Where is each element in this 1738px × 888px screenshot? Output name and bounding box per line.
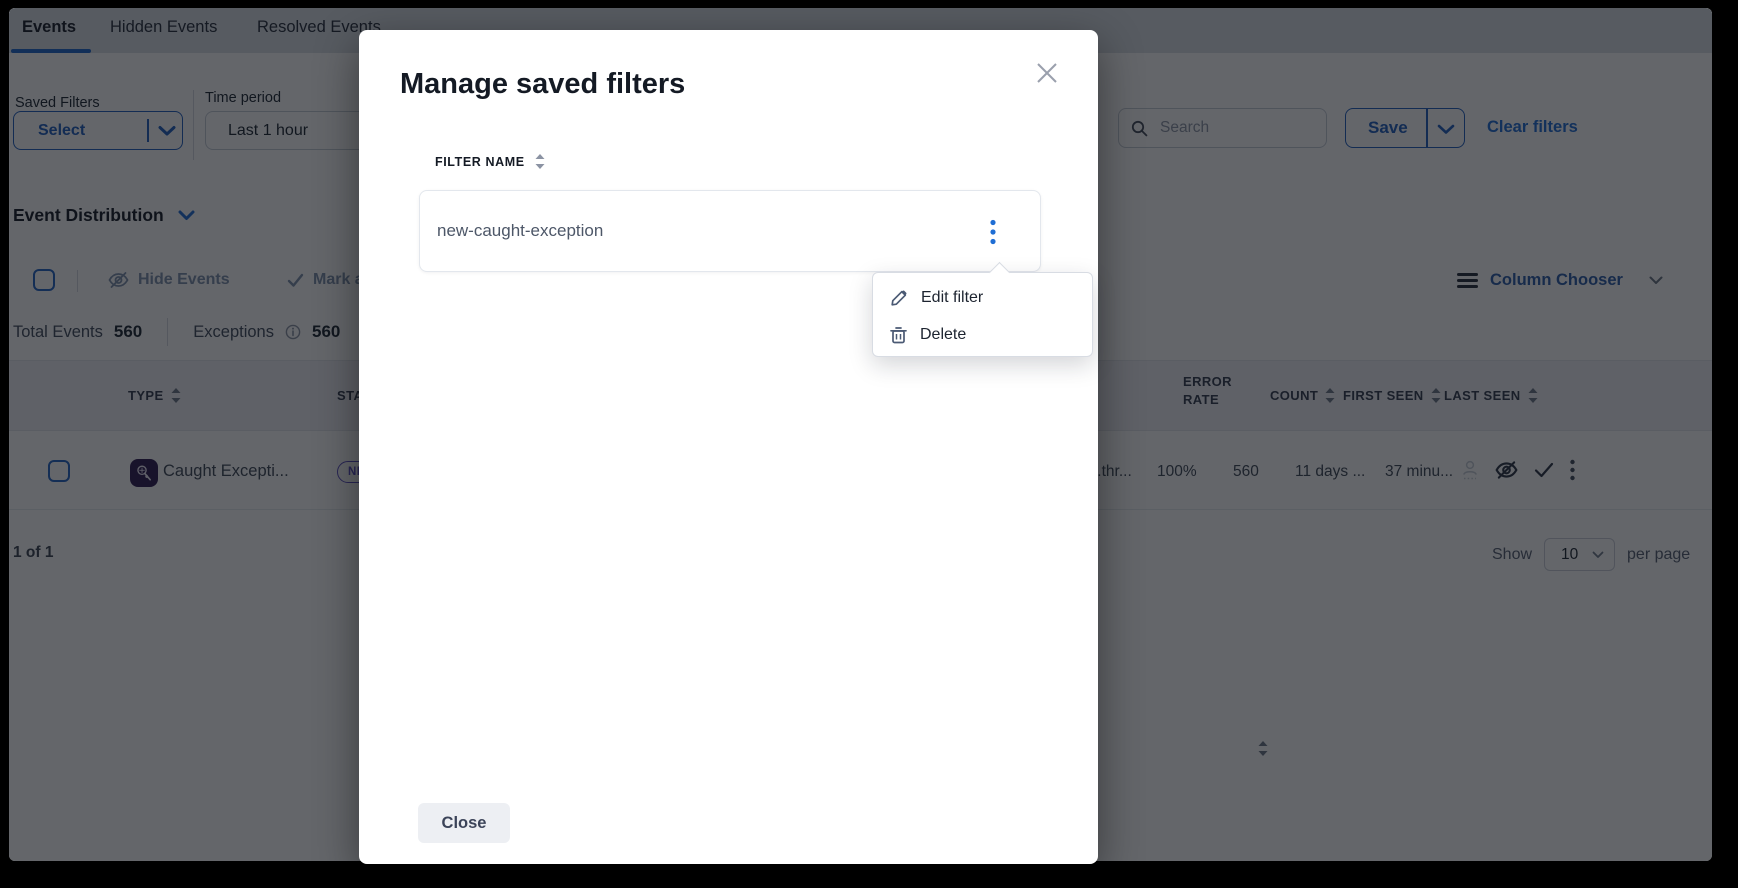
filter-name-column-header[interactable]: FILTER NAME [435,154,545,169]
filter-name-header-label: FILTER NAME [435,155,525,169]
modal-close-icon[interactable] [1032,58,1062,88]
kebab-icon [990,219,996,245]
manage-saved-filters-modal: Manage saved filters FILTER NAME new-cau… [359,30,1098,864]
sort-icon [535,154,545,169]
screen: Events Hidden Events Resolved Events Sav… [0,0,1738,888]
saved-filter-row: new-caught-exception [419,190,1041,272]
modal-close-button[interactable]: Close [418,803,510,843]
saved-filter-name: new-caught-exception [437,191,603,271]
pencil-icon [890,289,908,307]
edit-filter-menu-item[interactable]: Edit filter [873,279,1092,316]
filter-kebab-button[interactable] [979,218,1007,246]
edit-filter-label: Edit filter [921,289,983,307]
filter-actions-menu: Edit filter Delete [872,272,1093,357]
modal-title: Manage saved filters [400,68,685,101]
delete-filter-label: Delete [920,326,966,344]
delete-filter-menu-item[interactable]: Delete [873,316,1092,353]
trash-icon [890,326,907,344]
